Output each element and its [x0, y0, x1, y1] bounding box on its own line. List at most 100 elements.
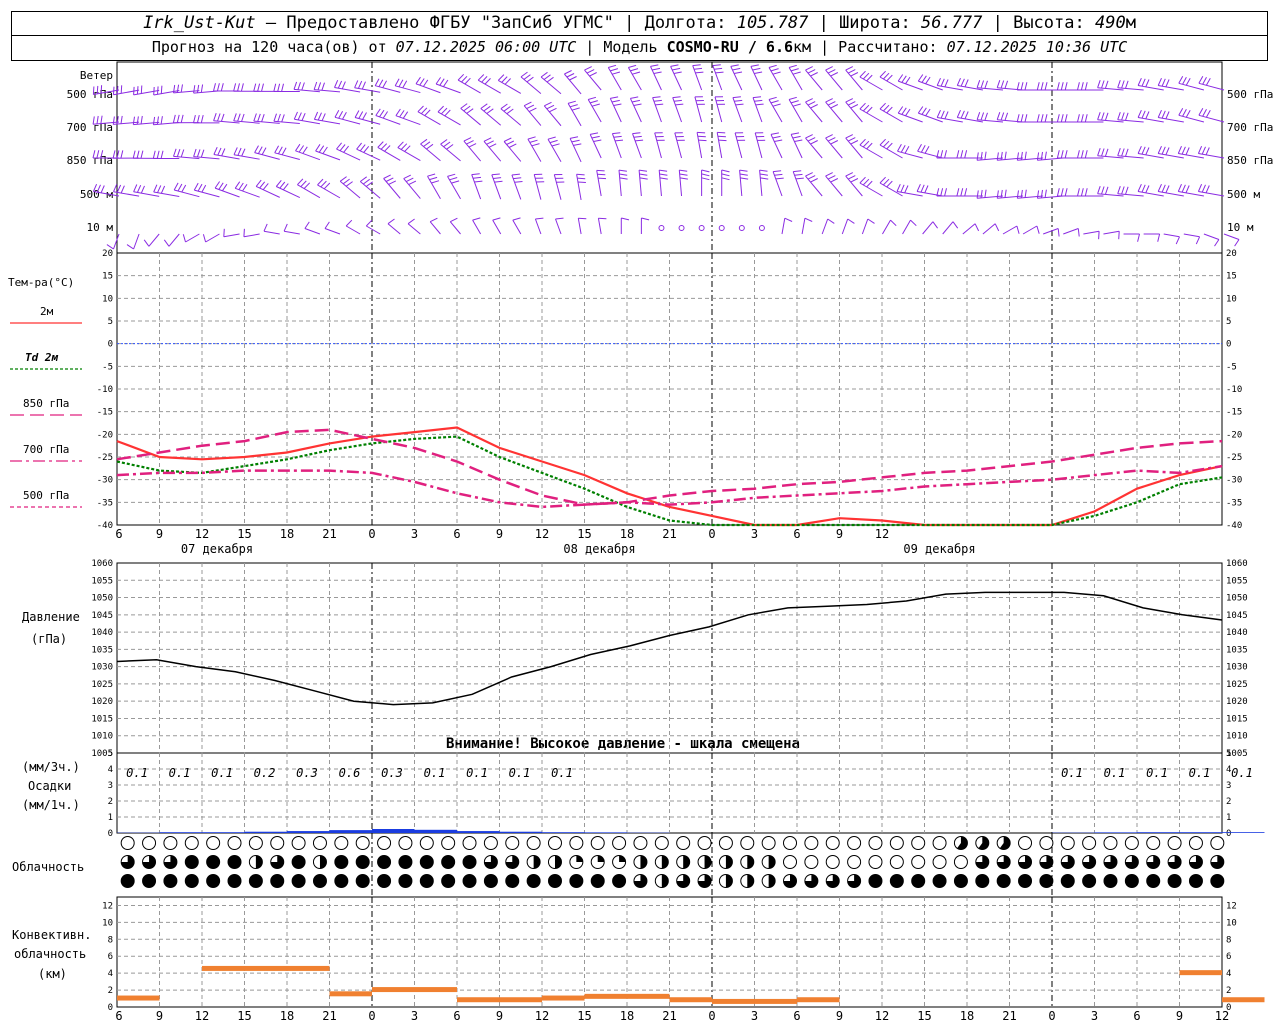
wind-barb-feather [378, 79, 384, 87]
wind-barb-feather [1000, 112, 1005, 121]
wind-barb-feather [263, 223, 268, 232]
wind-barb-feather [113, 184, 118, 192]
wind-barb-feather [342, 178, 350, 185]
wind-barb-feather [437, 105, 444, 113]
wind-barb-feather [196, 114, 200, 124]
cloud-high-icon [569, 836, 584, 850]
wind-barb-feather [847, 218, 855, 224]
wind-barb-feather [830, 104, 839, 109]
wind-barb-feather [172, 114, 176, 123]
wind-barb-feather [567, 100, 576, 104]
wind-barb-feather [254, 145, 259, 153]
wind-barb-feather [827, 218, 835, 224]
wind-barb-staff [472, 219, 482, 235]
wind-barb-feather [618, 169, 627, 172]
cloud-high-icon [291, 836, 306, 850]
temp-y-tick: 0 [108, 340, 113, 350]
wind-barb-feather [827, 101, 836, 106]
wind-barb-feather [1178, 108, 1184, 116]
wind-barb-feather [1101, 186, 1105, 195]
wind-barb-feather [701, 177, 710, 181]
wind-barb-feather [92, 86, 95, 95]
wind-barb-feather [156, 116, 159, 125]
precip-3h-value: 0.1 [424, 766, 446, 780]
wind-barb-feather [1077, 82, 1080, 91]
wind-barb-feather [1121, 112, 1125, 121]
wind-barb-feather [317, 178, 324, 186]
wind-barb-feather [1104, 80, 1109, 89]
precip-3h-value: 0.1 [551, 766, 573, 780]
cloud-mid-icon-fill [206, 855, 220, 869]
wind-barb-feather [233, 147, 238, 155]
wind-barb-feather [1020, 82, 1024, 91]
wind-barb-feather [153, 86, 155, 96]
wind-barb-feather [1040, 114, 1044, 123]
cloud-mid-icon-fill [292, 855, 306, 869]
wind-barb-staff [801, 218, 806, 235]
wind-barb-feather [363, 145, 370, 153]
wind-barb-feather [879, 138, 886, 146]
wind-barb-staff [523, 105, 542, 126]
wind-barb-feather [996, 190, 999, 199]
wind-barb-feather [883, 140, 890, 148]
wind-barb-feather [133, 86, 135, 95]
wind-barb-feather [402, 80, 408, 89]
wind-barb-feather [279, 181, 286, 189]
wind-barb-feather [917, 74, 924, 82]
cloud-low-icon-fill [1039, 874, 1053, 888]
wind-barb-staff [1083, 230, 1100, 235]
time-tick: 9 [156, 527, 163, 541]
wind-barb-staff [223, 233, 240, 238]
wind-barb-feather [591, 135, 600, 139]
precip-bar [244, 831, 287, 833]
wind-barb-feather [810, 104, 818, 109]
wind-barb-feather [345, 181, 353, 187]
wind-barb-feather [1145, 79, 1150, 88]
wind-barb-staff [1063, 228, 1079, 235]
wind-barb-feather [827, 69, 836, 74]
wind-barb-feather [1175, 236, 1180, 245]
wind-barb-feather [317, 82, 322, 91]
wind-barb-feather [1000, 80, 1005, 89]
wind-barb-feather [1157, 233, 1161, 242]
precip-y-tick: 1 [108, 813, 113, 823]
wind-barb-feather [1177, 183, 1182, 192]
wind-barb-feather [845, 98, 854, 103]
conv-bar [372, 987, 415, 993]
pressure-y-tick: 1040 [91, 628, 113, 638]
wind-barb-feather [639, 173, 648, 176]
cloud-high-icon [1210, 836, 1225, 850]
wind-level-10m: 10 м [87, 221, 114, 234]
wind-barb-feather [964, 79, 969, 88]
precip-3h-value: 0.2 [254, 766, 276, 780]
wind-barb-staff [1203, 233, 1220, 240]
precip-bar [414, 829, 457, 833]
conv-bar [202, 965, 245, 971]
wind-barb-feather [120, 150, 124, 159]
wind-barb-feather [1064, 82, 1068, 91]
wind-barb-feather [1056, 82, 1060, 91]
precip-3h-value: 0.1 [1061, 766, 1083, 780]
cloud-low-icon-fill [249, 874, 263, 888]
wind-barb-feather [940, 78, 945, 87]
wind-barb-feather [442, 79, 449, 87]
wind-barb-feather [1080, 82, 1084, 91]
wind-barb-feather [253, 83, 257, 92]
wind-barb-feather [317, 112, 322, 121]
time-tick: 6 [115, 527, 122, 541]
wind-barb-feather [652, 67, 661, 71]
wind-barb-feather [569, 104, 578, 108]
wind-barb-feather [257, 113, 261, 122]
wind-barb-staff [1022, 225, 1038, 235]
cloud-low-icon-fill [548, 874, 562, 888]
wind-barb-feather [402, 111, 409, 119]
cloud-low-icon-fill [911, 874, 925, 888]
wind-barb-feather [679, 173, 688, 176]
wind-barb-feather [321, 113, 326, 121]
cloud-low-icon-fill [1146, 874, 1160, 888]
wind-barb-staff [284, 230, 300, 235]
wind-barb-feather [611, 99, 620, 103]
wind-barb-feather [322, 146, 328, 154]
wind-barb-feather [1064, 114, 1068, 123]
time-tick: 9 [836, 527, 843, 541]
